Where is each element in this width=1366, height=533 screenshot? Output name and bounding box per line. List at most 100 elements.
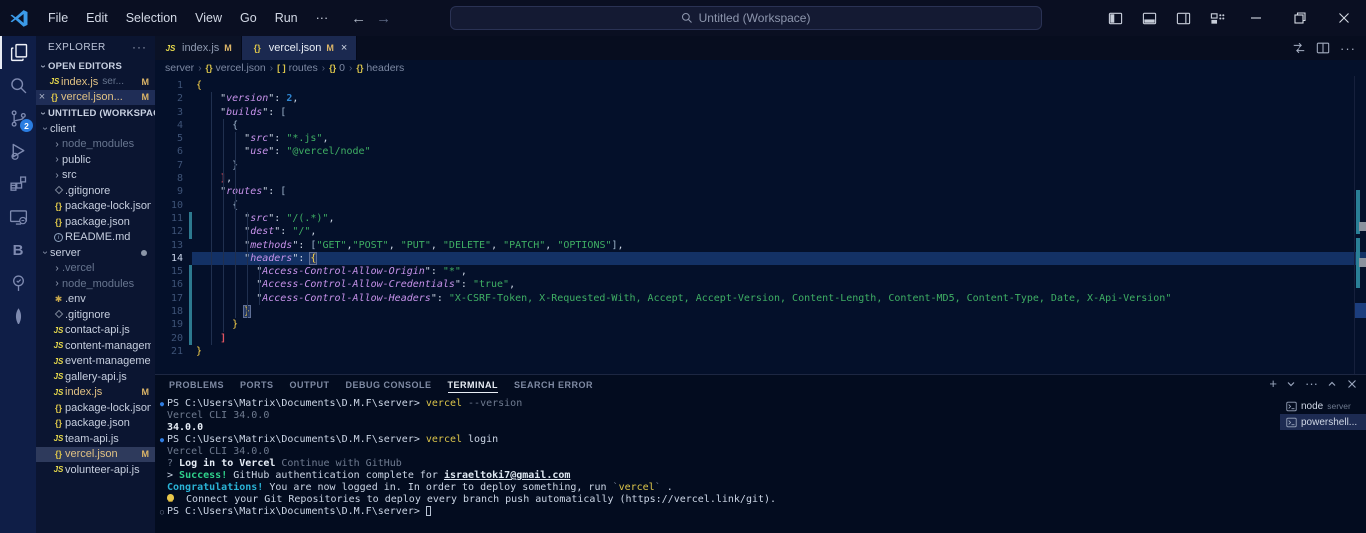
menu-view[interactable]: View [186, 7, 231, 29]
panel-tab-terminal[interactable]: TERMINAL [447, 377, 499, 393]
code-line[interactable]: 21} [155, 345, 1366, 358]
code-line[interactable]: 12 "dest": "/", [155, 225, 1366, 239]
forward-button[interactable]: → [376, 10, 391, 27]
code-line[interactable]: 11 "src": "/(.*)", [155, 211, 1366, 226]
panel-tab-problems[interactable]: PROBLEMS [169, 377, 224, 393]
breadcrumb-item[interactable]: headers [366, 62, 404, 74]
code-line[interactable]: 3 "builds": [ [155, 106, 1366, 119]
file-item-galleryapijs[interactable]: JS gallery-api.js [36, 369, 155, 385]
code-editor[interactable]: 1{2 "version": 2, 3 "builds": [4 {5 "src"… [155, 76, 1366, 374]
panel-tab-search-error[interactable]: SEARCH ERROR [514, 377, 593, 393]
section-open-editors[interactable]: › OPEN EDITORS [36, 58, 155, 74]
code-line[interactable]: 10 { [155, 199, 1366, 212]
tab-indexjs[interactable]: JS index.js M [155, 36, 242, 60]
toggle-secondary-sidebar-icon[interactable] [1168, 5, 1198, 31]
code-line[interactable]: 9 "routes": [ [155, 185, 1366, 198]
folder-item-server[interactable]: › server [36, 245, 155, 261]
file-item-teamapijs[interactable]: JS team-api.js [36, 431, 155, 447]
file-item-eventmanageme[interactable]: JS event-manageme... [36, 354, 155, 370]
minimize-button[interactable] [1234, 0, 1278, 36]
breadcrumb[interactable]: server ›{} vercel.json ›[ ] routes ›{} 0 ›{} hea… [155, 60, 1366, 76]
restore-button[interactable] [1278, 0, 1322, 36]
breadcrumb-item[interactable]: vercel.json [216, 62, 266, 74]
folder-item-src[interactable]: › src [36, 168, 155, 184]
menu-selection[interactable]: Selection [117, 7, 186, 29]
code-line[interactable]: 6 "use": "@vercel/node" [155, 145, 1366, 158]
open-editor-item[interactable]: ×{} vercel.json... M [36, 89, 155, 105]
file-item-readmemd[interactable]: i README.md [36, 230, 155, 246]
file-item-volunteerapijs[interactable]: JS volunteer-api.js [36, 462, 155, 478]
tab-verceljson[interactable]: {} vercel.json M × [241, 36, 358, 60]
panel-more-actions-icon[interactable]: ··· [1305, 377, 1318, 390]
breadcrumb-item[interactable]: server [165, 62, 194, 74]
code-line[interactable]: 1{ [155, 79, 1366, 92]
terminal-list-item-node[interactable]: node server [1280, 398, 1366, 414]
file-item-contactapijs[interactable]: JS contact-api.js [36, 323, 155, 339]
code-line[interactable]: 19 } [155, 318, 1366, 332]
explorer-more-actions[interactable]: ··· [132, 40, 147, 54]
close-editor-icon[interactable]: × [36, 91, 48, 103]
split-editor-icon[interactable] [1316, 41, 1330, 55]
activitybar-explorer-icon[interactable] [0, 36, 36, 69]
open-changes-icon[interactable] [1292, 41, 1306, 55]
open-editor-item[interactable]: JS index.js ser... M [36, 74, 155, 90]
file-item-packagejson[interactable]: {} package.json [36, 416, 155, 432]
file-item-packagelockjson[interactable]: {} package-lock.json [36, 199, 155, 215]
new-terminal-icon[interactable]: + [1269, 377, 1277, 390]
panel-tab-debug-console[interactable]: DEBUG CONSOLE [346, 377, 432, 393]
close-window-button[interactable] [1322, 0, 1366, 36]
maximize-panel-icon[interactable] [1326, 378, 1338, 390]
breadcrumb-item[interactable]: routes [289, 62, 318, 74]
code-line[interactable]: 5 "src": "*.js", [155, 132, 1366, 145]
file-item-gitignore[interactable]: .gitignore [36, 307, 155, 323]
folder-item-vercel[interactable]: › .vercel [36, 261, 155, 277]
code-line[interactable]: 7 } [155, 159, 1366, 172]
file-item-packagejson[interactable]: {} package.json [36, 214, 155, 230]
terminal-list-item-powershell[interactable]: powershell... [1280, 414, 1366, 430]
code-line[interactable]: 17 "Access-Control-Allow-Headers": "X-CS… [155, 291, 1366, 306]
activitybar-remote-explorer-icon[interactable] [0, 201, 36, 234]
command-center-search[interactable]: Untitled (Workspace) [449, 6, 1042, 30]
menu-go[interactable]: Go [231, 7, 266, 29]
file-item-env[interactable]: ✱ .env [36, 292, 155, 308]
customize-layout-icon[interactable] [1202, 5, 1232, 31]
code-line[interactable]: 18 } [155, 305, 1366, 319]
code-line[interactable]: 13 "methods": ["GET","POST", "PUT", "DEL… [155, 239, 1366, 252]
file-item-contentmanagem[interactable]: JScontent-managem... [36, 338, 155, 354]
overview-ruler[interactable] [1354, 76, 1366, 374]
file-item-gitignore[interactable]: .gitignore [36, 183, 155, 199]
activitybar-testing-tree-icon[interactable] [0, 267, 36, 300]
code-line[interactable]: 2 "version": 2, [155, 92, 1366, 105]
terminal-output[interactable]: ● PS C:\Users\Matrix\Documents\D.M.F\serv… [155, 395, 1280, 533]
code-line[interactable]: 20 ] [155, 331, 1366, 345]
toggle-primary-sidebar-icon[interactable] [1100, 5, 1130, 31]
activitybar-mongodb-icon[interactable] [0, 300, 36, 333]
code-line[interactable]: 4 { [155, 119, 1366, 132]
toggle-panel-icon[interactable] [1134, 5, 1164, 31]
launch-profile-chevron-icon[interactable] [1285, 378, 1297, 390]
more-editor-actions-icon[interactable]: ··· [1340, 41, 1356, 56]
code-line[interactable]: 8 ], [155, 172, 1366, 185]
folder-item-nodemodules[interactable]: › node_modules [36, 137, 155, 153]
file-item-indexjs[interactable]: JS index.js M [36, 385, 155, 401]
folder-item-client[interactable]: › client [36, 121, 155, 137]
panel-tab-ports[interactable]: PORTS [240, 377, 274, 393]
menu-[interactable]: ··· [307, 7, 338, 29]
menu-run[interactable]: Run [266, 7, 307, 29]
activitybar-letter-b-icon[interactable]: B [0, 234, 36, 267]
panel-tab-output[interactable]: OUTPUT [290, 377, 330, 393]
menu-file[interactable]: File [39, 7, 77, 29]
code-line[interactable]: 15 "Access-Control-Allow-Origin": "*", [155, 265, 1366, 279]
code-line[interactable]: 16 "Access-Control-Allow-Credentials": "… [155, 278, 1366, 292]
section-workspace[interactable]: ›UNTITLED (WORKSPACE) [36, 105, 156, 121]
close-panel-icon[interactable] [1346, 378, 1358, 390]
activitybar-extensions-icon[interactable] [0, 168, 36, 201]
folder-item-nodemodules[interactable]: › node_modules [36, 276, 155, 292]
terminal-link[interactable]: israeltoki7@gmail.com [444, 470, 570, 482]
file-item-verceljson[interactable]: {} vercel.json M [36, 446, 155, 462]
file-item-packagelockjson[interactable]: {} package-lock.json [36, 400, 155, 416]
back-button[interactable]: ← [351, 10, 366, 27]
folder-item-public[interactable]: › public [36, 152, 155, 168]
tab-close-icon[interactable]: × [341, 42, 347, 54]
activitybar-run-and-debug-icon[interactable] [0, 135, 36, 168]
